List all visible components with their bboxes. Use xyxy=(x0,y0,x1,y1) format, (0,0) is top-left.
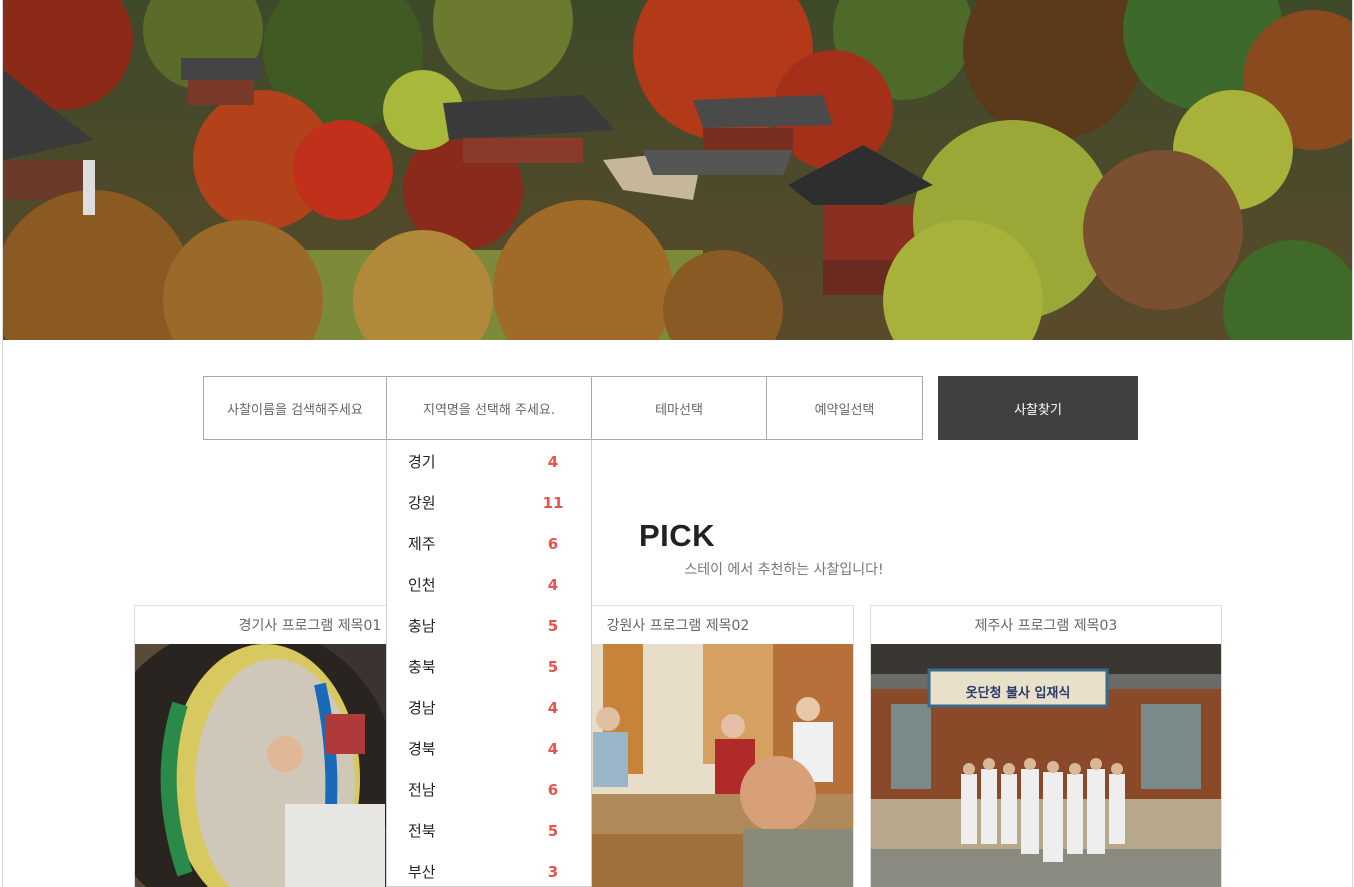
temple-name-placeholder: 사찰이름을 검색해주세요 xyxy=(227,402,363,418)
region-option-count: 4 xyxy=(547,452,559,471)
find-temple-button[interactable]: 사찰찾기 xyxy=(938,376,1138,440)
group-photo[interactable]: 옷단청 불사 입재식 xyxy=(871,644,1221,887)
page-frame-left xyxy=(0,0,3,887)
region-option[interactable]: 경기 4 xyxy=(387,441,591,482)
region-option[interactable]: 인천 4 xyxy=(387,564,591,605)
hero-banner xyxy=(3,0,1352,340)
region-option-count: 4 xyxy=(547,698,559,717)
region-select[interactable]: 지역명을 선택해 주세요. xyxy=(386,376,592,440)
temple-search-bar: 사찰이름을 검색해주세요 지역명을 선택해 주세요. 테마선택 예약일선택 사찰… xyxy=(203,376,1138,440)
theme-select[interactable]: 테마선택 xyxy=(591,376,767,440)
region-option-count: 5 xyxy=(547,616,559,635)
region-option-name: 전북 xyxy=(408,822,436,840)
region-option[interactable]: 강원 11 xyxy=(387,482,591,523)
region-option-count: 6 xyxy=(547,780,559,799)
region-option-name: 경북 xyxy=(408,740,436,758)
region-option-name: 전남 xyxy=(408,781,436,799)
region-option-name: 충남 xyxy=(408,617,436,635)
reservation-date-select[interactable]: 예약일선택 xyxy=(766,376,923,440)
region-option-name: 강원 xyxy=(408,494,436,512)
reservation-date-label: 예약일선택 xyxy=(814,402,875,418)
region-option-count: 5 xyxy=(547,821,559,840)
program-card-title: 제주사 프로그램 제목03 xyxy=(974,618,1118,634)
region-dropdown-list: 경기 4 강원 11 제주 6 인천 4 충남 5 충북 5 경남 4 경북 4 전남 6 전북 5 부산 3 xyxy=(386,440,592,887)
region-option[interactable]: 부산 3 xyxy=(387,851,591,887)
region-option[interactable]: 제주 6 xyxy=(387,523,591,564)
region-option[interactable]: 전남 6 xyxy=(387,769,591,810)
region-select-placeholder: 지역명을 선택해 주세요. xyxy=(423,402,555,418)
region-option[interactable]: 전북 5 xyxy=(387,810,591,851)
region-option[interactable]: 충남 5 xyxy=(387,605,591,646)
pick-subtitle: 스테이 에서 추천하는 사찰입니다! xyxy=(0,559,1354,579)
temple-autumn-photo xyxy=(3,0,1352,340)
region-option-name: 충북 xyxy=(408,658,436,676)
region-option-count: 4 xyxy=(547,739,559,758)
ceremony-banner-text: 옷단청 불사 입재식 xyxy=(966,685,1071,701)
region-option[interactable]: 경북 4 xyxy=(387,728,591,769)
region-option[interactable]: 충북 5 xyxy=(387,646,591,687)
theme-select-label: 테마선택 xyxy=(655,402,703,418)
region-option-count: 3 xyxy=(547,862,559,881)
region-option-name: 인천 xyxy=(408,576,436,594)
region-option-count: 11 xyxy=(542,493,564,512)
region-option-name: 경남 xyxy=(408,699,436,717)
region-option-count: 4 xyxy=(547,575,559,594)
region-option-name: 제주 xyxy=(408,535,436,553)
temple-name-search-input[interactable]: 사찰이름을 검색해주세요 xyxy=(203,376,387,440)
program-card-3[interactable]: 제주사 프로그램 제목03 옷단청 불사 입재식 xyxy=(870,605,1222,887)
region-option-count: 5 xyxy=(547,657,559,676)
region-option-name: 부산 xyxy=(408,863,436,881)
pick-title: PICK xyxy=(638,518,716,553)
region-option-count: 6 xyxy=(547,534,559,553)
region-option-name: 경기 xyxy=(408,453,436,471)
region-option[interactable]: 경남 4 xyxy=(387,687,591,728)
